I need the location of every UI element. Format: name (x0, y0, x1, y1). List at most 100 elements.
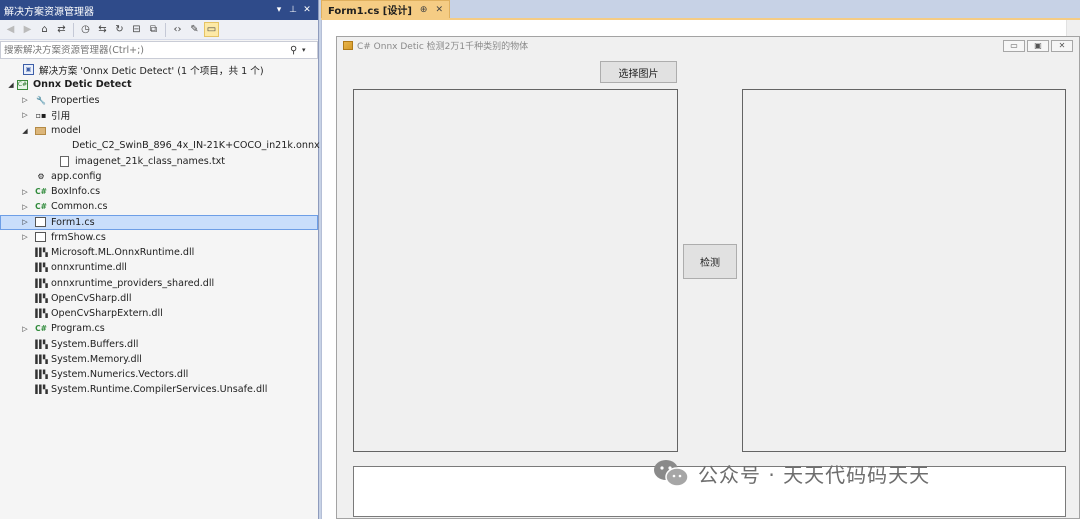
show-all-files-icon[interactable]: ⧉ (146, 22, 161, 37)
dll-icon: ▌▌▚ (35, 293, 47, 303)
pin-icon[interactable]: ⊥ (286, 5, 300, 15)
form-icon (35, 217, 46, 228)
tree-item-label: 引用 (51, 111, 71, 123)
source-picture-box (353, 89, 678, 452)
dll-icon: ▌▌▚ (35, 370, 47, 380)
detect-button[interactable]: 检测 (683, 244, 737, 279)
tab-close-icon[interactable]: ✕ (435, 5, 443, 15)
tree-item[interactable]: ▣ 解决方案 'Onnx Detic Detect' (1 个项目，共 1 个) (0, 62, 318, 77)
solution-icon: ▣ (23, 64, 34, 76)
form-app-icon (343, 41, 353, 50)
tree-item[interactable]: ▷ ▫▪ 引用 (0, 108, 318, 123)
sync-icon[interactable]: ⇆ (95, 22, 110, 37)
collapsed-chevron-icon[interactable]: ▷ (20, 111, 30, 119)
solution-explorer-toolbar: ◀ ▶ ⌂ ⇄ ◷ ⇆ ↻ ⊟ ⧉ ‹› ✎ ▭ (0, 20, 318, 40)
toolbar-divider (73, 22, 74, 37)
tree-item-label: Microsoft.ML.OnnxRuntime.dll (51, 247, 195, 259)
dll-icon: ▌▌▚ (35, 309, 47, 319)
tree-item[interactable]: imagenet_21k_class_names.txt (0, 154, 318, 169)
tree-item[interactable]: ▷ 🔧 Properties (0, 93, 318, 108)
tree-item-label: Program.cs (51, 323, 105, 335)
close-icon[interactable]: ✕ (300, 5, 314, 15)
tree-item[interactable]: ◢ C# Onnx Detic Detect (0, 77, 318, 92)
preview-selected-icon[interactable]: ▭ (204, 22, 219, 37)
tree-item[interactable]: ▷ C# BoxInfo.cs (0, 184, 318, 199)
view-code-icon[interactable]: ‹› (170, 22, 185, 37)
close-window-icon[interactable]: ✕ (1051, 39, 1073, 52)
dll-icon: ▌▌▚ (35, 385, 47, 395)
tree-item[interactable]: ▷ C# Program.cs (0, 321, 318, 336)
tree-item[interactable]: ▷ C# Common.cs (0, 199, 318, 214)
solution-explorer-title-bar: 解决方案资源管理器 ▾ ⊥ ✕ (0, 0, 318, 20)
tree-item[interactable]: ▌▌▚ onnxruntime_providers_shared.dll (0, 276, 318, 291)
solution-explorer-search[interactable]: ⚲ ▾ (0, 41, 318, 59)
expanded-chevron-icon[interactable]: ◢ (20, 127, 30, 135)
tab-form1-designer[interactable]: Form1.cs [设计] ⊕ ✕ (321, 0, 450, 18)
tree-item-label: System.Buffers.dll (51, 338, 139, 350)
tree-item[interactable]: ▌▌▚ System.Runtime.CompilerServices.Unsaf… (0, 382, 318, 397)
properties-wrench-icon[interactable]: ✎ (187, 22, 202, 37)
search-input[interactable] (4, 44, 290, 56)
collapse-all-icon[interactable]: ⊟ (129, 22, 144, 37)
file-icon (60, 155, 69, 167)
collapsed-chevron-icon[interactable]: ▷ (20, 188, 30, 196)
tree-item[interactable]: ⚙ app.config (0, 169, 318, 184)
collapsed-chevron-icon[interactable]: ▷ (20, 218, 30, 226)
tree-item-label: Common.cs (51, 201, 108, 213)
tree-item-label: Form1.cs (51, 216, 95, 228)
watermark-text: 公众号 · 天天代码码天天 (698, 462, 931, 487)
tab-pin-icon[interactable]: ⊕ (420, 5, 428, 15)
tree-item-label: frmShow.cs (51, 231, 106, 243)
refresh-icon[interactable]: ↻ (112, 22, 127, 37)
tree-item[interactable]: ▌▌▚ onnxruntime.dll (0, 260, 318, 275)
form-title-bar: C# Onnx Detic 检测2万1千种类别的物体 ▭ ▣ ✕ (337, 37, 1079, 54)
config-icon: ⚙ (37, 171, 45, 181)
collapsed-chevron-icon[interactable]: ▷ (20, 96, 30, 104)
csharp-file-icon: C# (35, 187, 47, 197)
tree-item-label: onnxruntime_providers_shared.dll (51, 277, 215, 289)
csharp-file-icon: C# (35, 324, 47, 334)
forward-icon[interactable]: ▶ (20, 22, 35, 37)
tree-item[interactable]: ◢ model (0, 123, 318, 138)
collapsed-chevron-icon[interactable]: ▷ (20, 203, 30, 211)
solution-tree: ▣ 解决方案 'Onnx Detic Detect' (1 个项目，共 1 个) ◢… (0, 59, 320, 398)
tree-item-label: Detic_C2_SwinB_896_4x_IN-21K+COCO_in21k.… (72, 140, 320, 152)
search-icon[interactable]: ⚲ (290, 45, 302, 56)
tree-item[interactable]: ▌▌▚ System.Buffers.dll (0, 337, 318, 352)
pending-changes-icon[interactable]: ◷ (78, 22, 93, 37)
document-tab-strip: Form1.cs [设计] ⊕ ✕ (321, 0, 1080, 18)
tree-item[interactable]: ▷ frmShow.cs (0, 230, 318, 245)
tree-item[interactable]: ▌▌▚ OpenCvSharpExtern.dll (0, 306, 318, 321)
tree-item[interactable]: ▌▌▚ System.Numerics.Vectors.dll (0, 367, 318, 382)
dll-icon: ▌▌▚ (35, 339, 47, 349)
references-icon: ▫▪ (35, 110, 47, 120)
tree-item[interactable]: ▷ Form1.cs (0, 214, 318, 230)
dropdown-icon[interactable]: ▾ (272, 5, 286, 15)
search-options-chevron-icon[interactable]: ▾ (302, 46, 314, 54)
csharp-file-icon: C# (35, 202, 47, 212)
expanded-chevron-icon[interactable]: ◢ (6, 81, 16, 89)
minimize-icon[interactable]: ▭ (1003, 39, 1025, 52)
tree-item-label: System.Numerics.Vectors.dll (51, 369, 189, 381)
tree-item[interactable]: ▌▌▚ Microsoft.ML.OnnxRuntime.dll (0, 245, 318, 260)
home-icon[interactable]: ⌂ (37, 22, 52, 37)
back-icon[interactable]: ◀ (3, 22, 18, 37)
wechat-icon (654, 460, 689, 487)
tree-item-label: BoxInfo.cs (51, 186, 101, 198)
tree-item-label: onnxruntime.dll (51, 262, 127, 274)
tree-item[interactable]: Detic_C2_SwinB_896_4x_IN-21K+COCO_in21k.… (0, 138, 320, 153)
tree-item-label: model (51, 125, 81, 137)
collapsed-chevron-icon[interactable]: ▷ (20, 325, 30, 333)
result-picture-box (742, 89, 1066, 452)
solution-explorer-panel: 解决方案资源管理器 ▾ ⊥ ✕ ◀ ▶ ⌂ ⇄ ◷ ⇆ ↻ ⊟ ⧉ ‹› ✎ ▭… (0, 0, 320, 519)
collapsed-chevron-icon[interactable]: ▷ (20, 233, 30, 241)
dll-icon: ▌▌▚ (35, 278, 47, 288)
maximize-icon[interactable]: ▣ (1027, 39, 1049, 52)
tree-item-label: app.config (51, 170, 102, 182)
tree-item[interactable]: ▌▌▚ OpenCvSharp.dll (0, 291, 318, 306)
tree-item[interactable]: ▌▌▚ System.Memory.dll (0, 352, 318, 367)
tree-item-label: Properties (51, 94, 100, 106)
switch-views-icon[interactable]: ⇄ (54, 22, 69, 37)
select-image-button[interactable]: 选择图片 (600, 61, 677, 83)
form-title: C# Onnx Detic 检测2万1千种类别的物体 (357, 42, 529, 52)
